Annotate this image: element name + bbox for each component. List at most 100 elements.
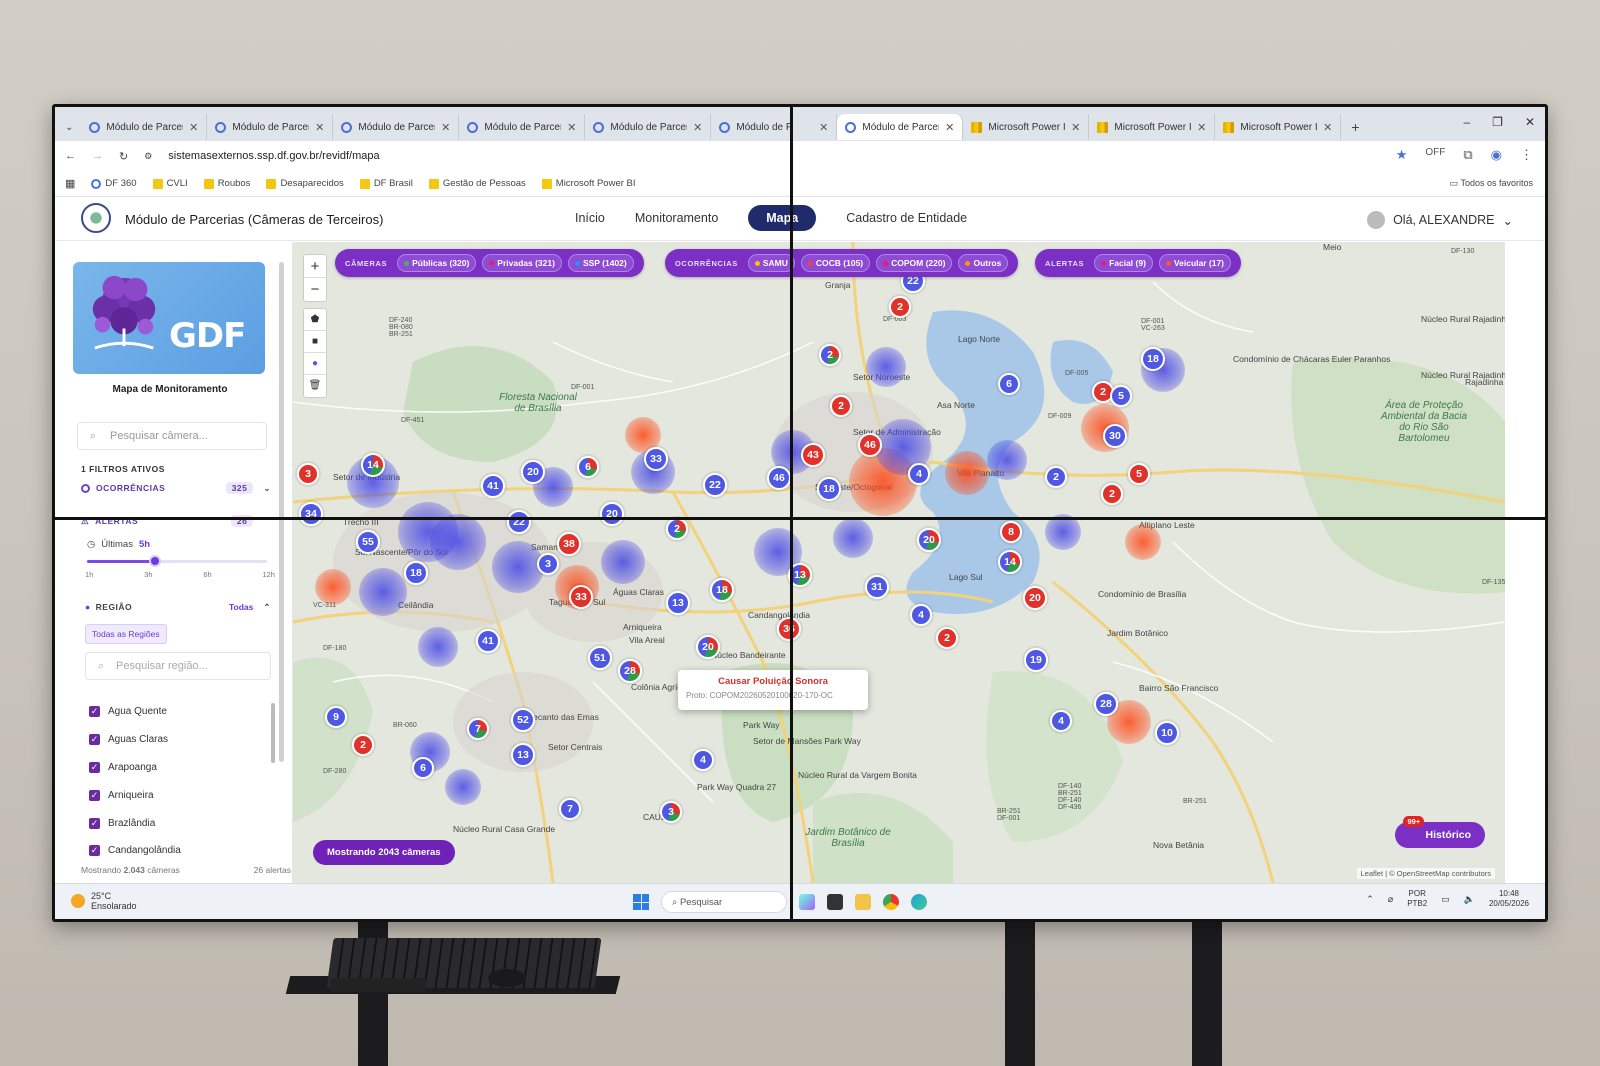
forward-icon[interactable]: → <box>92 150 103 162</box>
region-item[interactable]: ✓ Arniqueira <box>89 781 181 809</box>
close-icon[interactable]: ✕ <box>315 121 324 134</box>
close-icon[interactable]: ✕ <box>189 121 198 134</box>
map-cluster-marker[interactable]: 28 <box>618 659 642 683</box>
reload-icon[interactable]: ↻ <box>119 150 128 163</box>
map-cluster-marker[interactable]: 8 <box>1000 521 1022 543</box>
map-cluster-marker[interactable]: 34 <box>299 502 323 526</box>
sidebar-scrollbar[interactable] <box>279 262 284 762</box>
map-attribution[interactable]: Leaflet | © OpenStreetMap contributors <box>1356 868 1495 879</box>
map-cluster-marker[interactable]: 38 <box>557 532 581 556</box>
tab-8[interactable]: Microsoft Power I ✕ <box>1089 114 1216 140</box>
map-cluster-marker[interactable]: 22 <box>703 473 727 497</box>
region-item[interactable]: ✓ Aguas Claras <box>89 726 181 754</box>
map-cluster-marker[interactable]: 2 <box>352 734 374 756</box>
close-icon[interactable]: ✕ <box>1323 121 1332 134</box>
region-item[interactable]: ✓ Candangolândia <box>89 837 181 865</box>
map-cluster-marker[interactable]: 13 <box>666 591 690 615</box>
map-cluster-marker[interactable]: 20 <box>696 635 720 659</box>
tab-9[interactable]: Microsoft Power I ✕ <box>1215 114 1342 140</box>
ocorrencias-filter-option[interactable]: Outros <box>958 254 1009 272</box>
map-cluster-marker[interactable]: 20 <box>917 528 941 552</box>
map-cluster-marker[interactable]: 3 <box>537 553 559 575</box>
close-icon[interactable]: ✕ <box>441 121 450 134</box>
region-item[interactable]: ✓ Brazlândia <box>89 809 181 837</box>
chevron-up-icon[interactable]: ⌃ <box>1366 894 1374 905</box>
tab-3[interactable]: Módulo de Parcer ✕ <box>459 114 586 140</box>
map-cluster-marker[interactable]: 3 <box>297 463 319 485</box>
map-cluster-marker[interactable]: 20 <box>521 460 545 484</box>
region-filter-header[interactable]: ● REGIÃO Todas ⌃ <box>85 602 271 613</box>
map-cluster-marker[interactable]: 41 <box>481 474 505 498</box>
map-cluster-marker[interactable]: 4 <box>1050 710 1072 732</box>
map-cluster-marker[interactable]: 2 <box>1101 483 1123 505</box>
chrome-icon[interactable] <box>883 894 899 910</box>
checkbox-checked-icon[interactable]: ✓ <box>89 789 100 801</box>
file-explorer-icon[interactable] <box>855 894 871 910</box>
close-window-icon[interactable]: ✕ <box>1525 115 1535 129</box>
extensions-icon[interactable]: ⧉ <box>1463 147 1472 163</box>
tab-2[interactable]: Módulo de Parcer ✕ <box>333 114 460 140</box>
restore-icon[interactable]: ❐ <box>1492 115 1503 129</box>
map-cluster-marker[interactable]: 20 <box>600 502 624 526</box>
tab-list-chevron-icon[interactable]: ⌄ <box>65 122 73 133</box>
network-icon[interactable]: ⌀ <box>1388 894 1393 905</box>
all-bookmarks[interactable]: ▭ Todos os favoritos <box>1450 178 1533 189</box>
edge-icon[interactable] <box>911 894 927 910</box>
time-slider-handle[interactable] <box>149 555 162 567</box>
tab-1[interactable]: Módulo de Parcer ✕ <box>207 114 334 140</box>
region-item[interactable]: ✓ Arapoanga <box>89 754 181 782</box>
bookmark-5[interactable]: Gestão de Pessoas <box>428 178 526 189</box>
map-cluster-marker[interactable]: 46 <box>767 466 791 490</box>
volume-icon[interactable]: 🔈 <box>1464 894 1475 905</box>
map-cluster-marker[interactable]: 19 <box>1024 648 1048 672</box>
nav-inicio[interactable]: Início <box>575 211 605 225</box>
ocorrencias-filter-option[interactable]: COPOM (220) <box>876 254 953 272</box>
map-cluster-marker[interactable]: 22 <box>507 510 531 534</box>
bookmark-4[interactable]: DF Brasil <box>359 178 413 189</box>
incident-popup[interactable]: Causar Poluição Sonora Proto: COPOM20260… <box>678 670 868 710</box>
map-cluster-marker[interactable]: 5 <box>1128 463 1150 485</box>
profile-icon[interactable]: ◉ <box>1491 147 1502 163</box>
map-cluster-marker[interactable]: 51 <box>588 646 612 670</box>
nav-monitoramento[interactable]: Monitoramento <box>635 211 718 225</box>
map-cluster-marker[interactable]: 52 <box>511 708 535 732</box>
weather-widget[interactable]: 25°C Ensolarado <box>71 891 137 911</box>
close-icon[interactable]: ✕ <box>1197 121 1206 134</box>
user-menu[interactable]: Olá, ALEXANDRE ⌄ <box>1367 211 1513 229</box>
new-tab-button[interactable]: + <box>1351 119 1359 135</box>
map-cluster-marker[interactable]: 4 <box>692 749 714 771</box>
checkbox-checked-icon[interactable]: ✓ <box>89 817 100 829</box>
task-view-icon[interactable] <box>827 894 843 910</box>
region-item[interactable]: ✓ Agua Quente <box>89 698 181 726</box>
bookmark-2[interactable]: Roubos <box>203 178 250 189</box>
checkbox-checked-icon[interactable]: ✓ <box>89 706 100 718</box>
tab-5[interactable]: Módulo de P ✕ <box>711 114 838 140</box>
map-cluster-marker[interactable]: 36 <box>777 617 801 641</box>
alertas-filter-option[interactable]: Facial (9) <box>1094 254 1153 272</box>
taskbar-search[interactable]: ⌕ Pesquisar <box>661 891 787 913</box>
back-icon[interactable]: ← <box>65 150 76 162</box>
map-cluster-marker[interactable]: 55 <box>356 530 380 554</box>
url-field[interactable]: sistemasexternos.ssp.df.gov.br/revidf/ma… <box>168 150 379 162</box>
apps-grid-icon[interactable]: ▦ <box>65 177 75 190</box>
minimize-icon[interactable]: – <box>1463 115 1470 129</box>
map-cluster-marker[interactable]: 2 <box>889 296 911 318</box>
cameras-filter-option[interactable]: Públicas (320) <box>397 254 477 272</box>
map-canvas[interactable]: Floresta Nacional de Brasília Setor de In… <box>293 242 1505 883</box>
bookmark-star-icon[interactable]: ★ <box>1396 147 1408 163</box>
nav-mapa[interactable]: Mapa <box>748 205 817 231</box>
map-cluster-marker[interactable]: 4 <box>910 604 932 626</box>
map-cluster-marker[interactable]: 3 <box>660 801 682 823</box>
historico-button[interactable]: 99+ Histórico <box>1395 816 1485 848</box>
map-cluster-marker[interactable]: 6 <box>412 757 434 779</box>
showing-cameras-button[interactable]: Mostrando 2043 câmeras <box>313 840 455 865</box>
close-icon[interactable]: ✕ <box>945 121 954 134</box>
clock[interactable]: 10:48 20/05/2026 <box>1489 889 1529 909</box>
map-cluster-marker[interactable]: 18 <box>710 578 734 602</box>
time-slider[interactable] <box>87 555 267 567</box>
map-cluster-marker[interactable]: 14 <box>998 550 1022 574</box>
bookmark-6[interactable]: Microsoft Power BI <box>541 178 636 189</box>
all-regions-chip[interactable]: Todas as Regiões <box>85 624 167 644</box>
map-cluster-marker[interactable]: 43 <box>801 443 825 467</box>
map-cluster-marker[interactable]: 33 <box>644 447 668 471</box>
